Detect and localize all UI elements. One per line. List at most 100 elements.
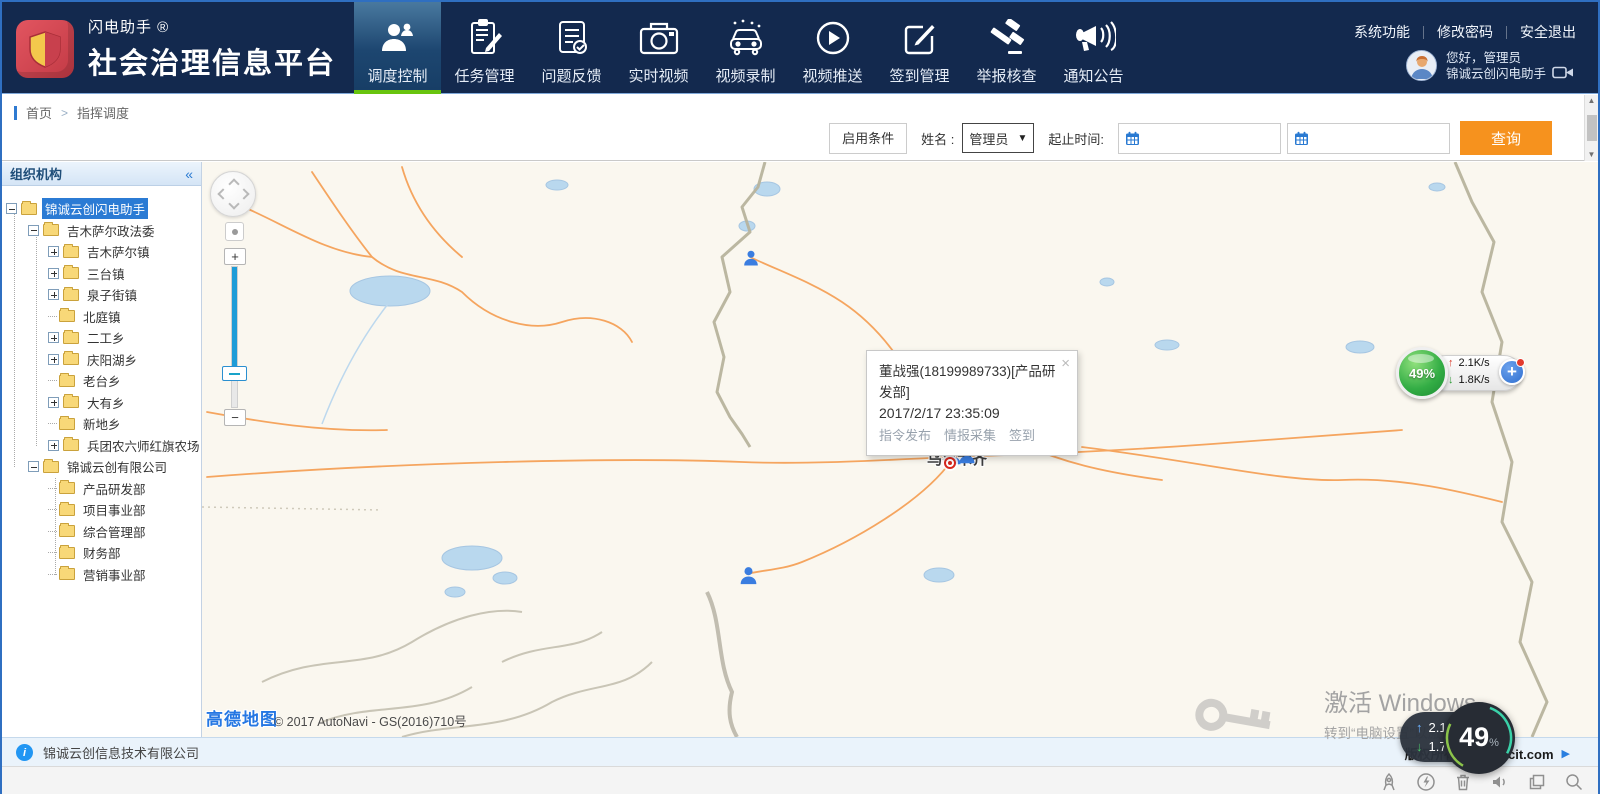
folder-icon <box>63 332 79 344</box>
menu-item-report-check[interactable]: 举报核查 <box>963 2 1050 94</box>
tree-item[interactable]: 二工乡 <box>2 327 201 349</box>
folder-icon <box>63 246 79 258</box>
expand-node-icon[interactable] <box>48 268 59 279</box>
breadcrumb-current: 指挥调度 <box>77 103 129 122</box>
collapse-node-icon[interactable] <box>28 461 39 472</box>
zoom-in-button[interactable]: + <box>224 248 246 265</box>
link-logout[interactable]: 安全退出 <box>1520 22 1576 42</box>
folder-icon <box>59 525 75 537</box>
zoom-slider-handle[interactable] <box>222 366 247 381</box>
person-marker[interactable] <box>741 248 761 273</box>
volume-icon[interactable] <box>1490 772 1510 792</box>
link-system-functions[interactable]: 系统功能 <box>1354 22 1410 42</box>
collapse-sidebar-icon[interactable]: « <box>185 166 193 182</box>
action-signin[interactable]: 签到 <box>1009 425 1035 446</box>
rocket-icon[interactable] <box>1379 772 1399 792</box>
enable-condition-button[interactable]: 启用条件 <box>829 123 907 154</box>
tree-item[interactable]: 泉子街镇 <box>2 284 201 306</box>
amap-logo[interactable]: 高德地图 <box>206 705 278 730</box>
pan-down-icon[interactable] <box>228 198 239 209</box>
tree-item[interactable]: 财务部 <box>2 542 201 564</box>
play-arrow-icon[interactable]: ▶ <box>1562 747 1570 760</box>
tree-item[interactable]: 综合管理部 <box>2 521 201 543</box>
folder-icon <box>59 547 75 559</box>
collapse-node-icon[interactable] <box>6 203 17 214</box>
window-restore-icon[interactable] <box>1527 772 1547 792</box>
map-canvas[interactable]: 乌鲁木齐 × 董战强(18199989733)[产品研发 <box>202 162 1600 737</box>
vertical-scrollbar[interactable]: ▲ ▼ <box>1584 95 1598 161</box>
tree-item[interactable]: 三台镇 <box>2 263 201 285</box>
add-button[interactable]: + <box>1499 359 1525 385</box>
expand-node-icon[interactable] <box>48 440 59 451</box>
menu-item-notice[interactable]: 通知公告 <box>1050 2 1137 94</box>
breadcrumb-marker <box>14 106 17 120</box>
expand-node-icon[interactable] <box>48 397 59 408</box>
net-speed-widget[interactable]: ↑ 2.1K/s ↓ 1.8K/s 49% + <box>1396 346 1528 400</box>
header-links: 系统功能 修改密码 安全退出 <box>1354 22 1576 42</box>
boost-icon[interactable] <box>1416 772 1436 792</box>
tree-item[interactable]: 吉木萨尔镇 <box>2 241 201 263</box>
menu-item-video-record[interactable]: 视频录制 <box>702 2 789 94</box>
expand-node-icon[interactable] <box>48 354 59 365</box>
menu-item-signin[interactable]: 签到管理 <box>876 2 963 94</box>
zoom-out-button[interactable]: − <box>224 409 246 426</box>
menu-item-video-push[interactable]: 视频推送 <box>789 2 876 94</box>
menu-label: 视频录制 <box>715 65 775 86</box>
collapse-node-icon[interactable] <box>28 225 39 236</box>
tree-stub <box>48 380 57 381</box>
menu-label: 问题反馈 <box>541 65 601 86</box>
start-date-input[interactable] <box>1118 123 1281 154</box>
search-icon[interactable] <box>1564 772 1584 792</box>
menu-item-tasks[interactable]: 任务管理 <box>441 2 528 94</box>
pan-up-icon[interactable] <box>228 178 239 189</box>
pan-left-icon[interactable] <box>217 188 228 199</box>
tree-item[interactable]: 庆阳湖乡 <box>2 349 201 371</box>
tree-item[interactable]: 新地乡 <box>2 413 201 435</box>
folder-icon <box>63 439 79 451</box>
tree-item[interactable]: 大有乡 <box>2 392 201 414</box>
tree-item[interactable]: 产品研发部 <box>2 478 201 500</box>
menu-item-live-video[interactable]: 实时视频 <box>615 2 702 94</box>
folder-icon <box>43 461 59 473</box>
tree-item[interactable]: 北庭镇 <box>2 306 201 328</box>
tree-item-root[interactable]: 锦诚云创闪电助手 <box>2 198 201 220</box>
tree-item[interactable]: 锦诚云创有限公司 <box>2 456 201 478</box>
scrollbar-thumb[interactable] <box>1587 115 1597 141</box>
selected-location-marker[interactable] <box>946 459 954 467</box>
tree-stub <box>48 509 57 510</box>
app-logo-icon <box>16 20 74 78</box>
map-attribution: © 2017 AutoNavi - GS(2016)710号 <box>274 711 467 730</box>
search-button[interactable]: 查询 <box>1460 121 1552 155</box>
performance-ball[interactable]: 49 % <box>1443 702 1515 774</box>
tree-item[interactable]: 营销事业部 <box>2 564 201 586</box>
breadcrumb-home[interactable]: 首页 <box>26 103 52 122</box>
end-date-input[interactable] <box>1287 123 1450 154</box>
performance-ring <box>1443 702 1515 774</box>
action-intel-collect[interactable]: 情报采集 <box>944 425 996 446</box>
trash-icon[interactable] <box>1453 772 1473 792</box>
center-map-button[interactable] <box>225 222 244 241</box>
menu-label: 调度控制 <box>367 65 427 86</box>
calendar-icon <box>1294 131 1309 146</box>
tree-item[interactable]: 项目事业部 <box>2 499 201 521</box>
tree-item[interactable]: 吉木萨尔政法委 <box>2 220 201 242</box>
tree-item[interactable]: 老台乡 <box>2 370 201 392</box>
link-change-password[interactable]: 修改密码 <box>1437 22 1493 42</box>
expand-node-icon[interactable] <box>48 246 59 257</box>
person-marker[interactable] <box>737 564 760 592</box>
close-icon[interactable]: × <box>1061 353 1070 374</box>
pan-control[interactable] <box>210 171 256 217</box>
action-issue-command[interactable]: 指令发布 <box>879 425 931 446</box>
avatar[interactable] <box>1406 50 1437 81</box>
menu-item-dispatch[interactable]: 调度控制 <box>354 2 441 94</box>
expand-node-icon[interactable] <box>48 289 59 300</box>
zoom-slider-track[interactable] <box>231 266 238 408</box>
scroll-up-icon[interactable]: ▲ <box>1588 97 1596 105</box>
menu-item-feedback[interactable]: 问题反馈 <box>528 2 615 94</box>
memory-gauge[interactable]: 49% <box>1396 347 1448 399</box>
scroll-down-icon[interactable]: ▼ <box>1588 151 1596 159</box>
name-select[interactable]: 管理员 ▼ <box>962 123 1034 153</box>
expand-node-icon[interactable] <box>48 332 59 343</box>
tree-item[interactable]: 兵团农六师红旗农场 <box>2 435 201 457</box>
pan-right-icon[interactable] <box>238 188 249 199</box>
